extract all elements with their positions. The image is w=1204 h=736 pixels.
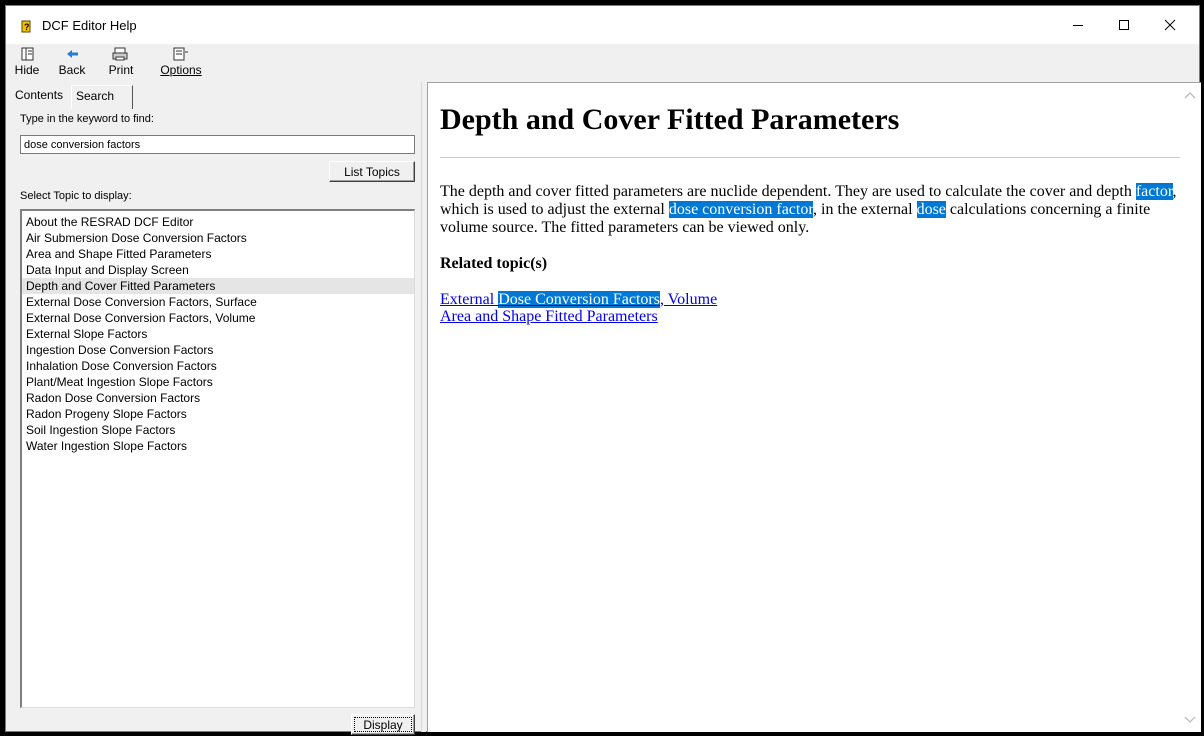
hide-pane-icon <box>21 47 34 61</box>
tab-search[interactable]: Search <box>71 85 133 109</box>
navigation-pane: Contents Search Type in the keyword to f… <box>8 82 419 735</box>
topic-item[interactable]: Area and Shape Fitted Parameters <box>22 246 414 262</box>
topic-item-selected[interactable]: Depth and Cover Fitted Parameters <box>22 278 414 294</box>
topic-item[interactable]: Inhalation Dose Conversion Factors <box>22 358 414 374</box>
back-button[interactable]: Back <box>53 44 91 80</box>
search-highlight: factor <box>1135 183 1173 200</box>
search-highlight: dose <box>916 201 946 218</box>
scroll-up-icon[interactable] <box>1183 89 1197 103</box>
topic-item[interactable]: Radon Progeny Slope Factors <box>22 406 414 422</box>
hide-button[interactable]: Hide <box>10 44 44 80</box>
keyword-label: Type in the keyword to find: <box>20 113 154 125</box>
minimize-button[interactable] <box>1055 6 1101 44</box>
pane-splitter[interactable] <box>421 82 426 732</box>
list-topics-button[interactable]: List Topics <box>329 161 415 182</box>
search-highlight: Dose Conversion Factors <box>498 291 660 308</box>
related-links: External Dose Conversion Factors, Volume… <box>440 291 1180 325</box>
tab-contents[interactable]: Contents <box>15 88 73 102</box>
link-area-shape-fitted[interactable]: Area and Shape Fitted Parameters <box>440 308 1180 325</box>
search-highlight: dose conversion factor <box>668 201 814 218</box>
print-button[interactable]: Print <box>101 44 141 80</box>
help-book-icon: ? <box>21 20 31 33</box>
page-title: Depth and Cover Fitted Parameters <box>440 103 900 136</box>
options-button[interactable]: Options <box>152 44 210 80</box>
options-icon <box>173 47 188 61</box>
topic-item[interactable]: Air Submersion Dose Conversion Factors <box>22 230 414 246</box>
printer-icon <box>112 47 128 61</box>
minimize-icon <box>1073 25 1083 26</box>
toolbar: Hide Back Print Options <box>6 44 1199 80</box>
close-button[interactable] <box>1147 6 1193 44</box>
help-window: ? DCF Editor Help Hide Back Print Option… <box>5 5 1201 735</box>
keyword-input[interactable] <box>20 135 415 154</box>
topic-item[interactable]: Radon Dose Conversion Factors <box>22 390 414 406</box>
topic-list[interactable]: About the RESRAD DCF Editor Air Submersi… <box>20 209 415 708</box>
topic-item[interactable]: Ingestion Dose Conversion Factors <box>22 342 414 358</box>
maximize-icon <box>1119 20 1129 30</box>
display-button[interactable]: Display <box>351 714 415 735</box>
close-icon <box>1164 19 1176 31</box>
topic-item[interactable]: Data Input and Display Screen <box>22 262 414 278</box>
window-title: DCF Editor Help <box>42 18 137 33</box>
link-external-dcf-volume[interactable]: External Dose Conversion Factors, Volume <box>440 291 1180 308</box>
topic-item[interactable]: Plant/Meat Ingestion Slope Factors <box>22 374 414 390</box>
scroll-down-icon[interactable] <box>1183 712 1197 726</box>
topic-item[interactable]: Soil Ingestion Slope Factors <box>22 422 414 438</box>
topic-item[interactable]: External Dose Conversion Factors, Surfac… <box>22 294 414 310</box>
article-paragraph: The depth and cover fitted parameters ar… <box>440 183 1177 236</box>
title-bar: ? DCF Editor Help <box>6 6 1199 44</box>
topic-item[interactable]: About the RESRAD DCF Editor <box>22 214 414 230</box>
svg-text:?: ? <box>24 22 30 32</box>
topic-content-pane: Depth and Cover Fitted Parameters The de… <box>427 82 1201 732</box>
topic-item[interactable]: Water Ingestion Slope Factors <box>22 438 414 454</box>
topic-item[interactable]: External Slope Factors <box>22 326 414 342</box>
back-arrow-icon <box>67 50 78 58</box>
topic-item[interactable]: External Dose Conversion Factors, Volume <box>22 310 414 326</box>
topic-label: Select Topic to display: <box>20 190 132 202</box>
topic-article: Depth and Cover Fitted Parameters The de… <box>440 83 1180 325</box>
related-topics-heading: Related topic(s) <box>440 255 548 272</box>
maximize-button[interactable] <box>1101 6 1147 44</box>
title-divider <box>440 157 1180 158</box>
